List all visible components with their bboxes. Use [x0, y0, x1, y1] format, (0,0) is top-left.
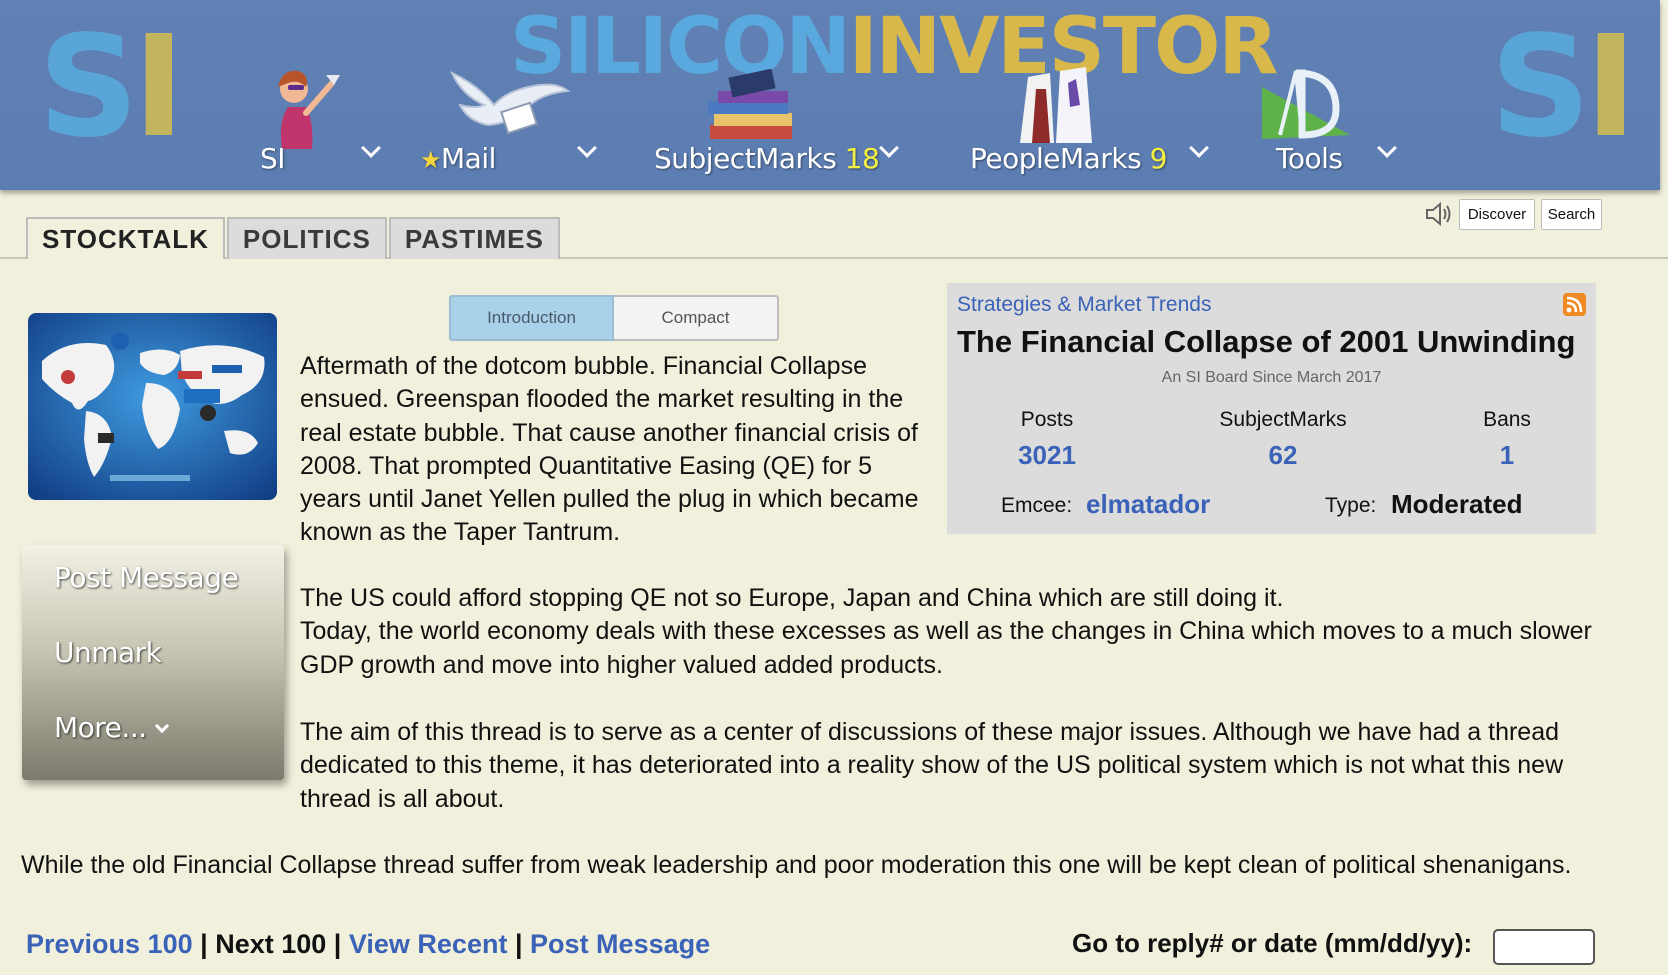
bans-label: Bans [1483, 408, 1531, 431]
speaker-icon[interactable] [1424, 201, 1452, 227]
goto-reply-label: Go to reply# or date (mm/dd/yy): [1072, 928, 1473, 958]
chevron-down-icon[interactable] [361, 138, 381, 158]
emcee-link[interactable]: elmatador [1086, 489, 1210, 520]
emcee-label: Emcee: [1001, 494, 1073, 517]
compact-view-button[interactable]: Compact [614, 295, 779, 341]
intro-paragraph-1: Aftermath of the dotcom bubble. Financia… [300, 352, 919, 547]
subjectmarks-count[interactable]: 62 [1183, 440, 1383, 471]
board-category-link[interactable]: Strategies & Market Trends [957, 293, 1211, 317]
bans-count[interactable]: 1 [1407, 440, 1607, 471]
search-button[interactable]: Search [1541, 199, 1602, 230]
si-logo-i: I [1584, 6, 1637, 169]
subjectmarks-label: SubjectMarks [1219, 408, 1347, 431]
si-logo-right[interactable]: SI [1490, 18, 1637, 158]
next-100-text: Next 100 [215, 929, 327, 959]
si-avatar-icon [278, 70, 340, 149]
nav-si-label: SI [260, 142, 286, 175]
introduction-view-button[interactable]: Introduction [449, 295, 614, 341]
intro-paragraph-2-line-2: Today, the world economy deals with thes… [300, 617, 1592, 679]
star-icon: ★ [420, 146, 442, 174]
rss-icon[interactable] [1563, 293, 1586, 316]
intro-paragraph-3: The aim of this thread is to serve as a … [300, 718, 1564, 813]
intro-paragraph-2: The US could afford stopping QE not so E… [300, 582, 1630, 682]
chevron-down-icon [154, 718, 169, 734]
goto-reply-input[interactable] [1493, 929, 1595, 965]
nav-mail[interactable]: ★Mail [420, 55, 600, 185]
previous-100-link[interactable]: Previous 100 [26, 929, 193, 959]
subjectmarks-count-badge: 18 [844, 142, 880, 175]
tab-stocktalk[interactable]: STOCKTALK [26, 217, 225, 259]
view-recent-link[interactable]: View Recent [349, 929, 508, 959]
board-image [28, 313, 277, 500]
chevron-down-icon[interactable] [1189, 138, 1209, 158]
unmark-menu-item[interactable]: Unmark [54, 636, 162, 669]
nav-subjectmarks-label-wrap: SubjectMarks 18 [654, 142, 880, 175]
chevron-down-icon[interactable] [879, 138, 899, 158]
section-tabs: STOCKTALK POLITICS PASTIMES [26, 217, 562, 259]
nav-si[interactable]: SI [252, 55, 382, 185]
nav-separator: | [514, 929, 523, 959]
nav-subjectmarks[interactable]: SubjectMarks 18 [654, 55, 904, 185]
nav-mail-label: Mail [441, 142, 496, 175]
chevron-down-icon[interactable] [577, 138, 597, 158]
si-logo-s: S [1490, 6, 1591, 169]
view-mode-toggle: Introduction Compact [449, 295, 779, 341]
si-logo-s: S [38, 6, 139, 169]
tab-pastimes[interactable]: PASTIMES [388, 217, 560, 259]
world-map-logos-image [28, 313, 277, 500]
chevron-down-icon[interactable] [1377, 138, 1397, 158]
si-logo-i: I [132, 6, 185, 169]
board-type-value: Moderated [1391, 489, 1523, 519]
post-message-menu-item[interactable]: Post Message [54, 561, 239, 594]
nav-separator: | [200, 929, 208, 959]
post-message-link[interactable]: Post Message [530, 929, 710, 959]
tools-icon [1262, 69, 1350, 139]
message-pagination-nav: Previous 100 | Next 100 | View Recent | … [26, 929, 710, 960]
board-title: The Financial Collapse of 2001 Unwinding [957, 324, 1576, 359]
nav-tools[interactable]: Tools [1262, 55, 1400, 185]
si-logo-left[interactable]: SI [38, 18, 185, 158]
nav-separator: | [333, 929, 342, 959]
discover-button[interactable]: Discover [1459, 199, 1535, 230]
site-header-banner: SI SI SILICONINVESTOR SI ★Mail SubjectMa… [0, 0, 1660, 190]
mail-dove-icon [449, 70, 571, 135]
board-since-text: An SI Board Since March 2017 [1161, 369, 1382, 386]
more-menu-item[interactable]: More... [54, 711, 169, 744]
books-icon [708, 69, 792, 139]
posts-count[interactable]: 3021 [947, 440, 1147, 471]
nav-peoplemarks-label: PeopleMarks [970, 142, 1142, 175]
more-menu-label: More... [54, 711, 147, 744]
intro-paragraph-2-line-1: The US could afford stopping QE not so E… [300, 584, 1284, 612]
nav-peoplemarks-label-wrap: PeopleMarks 9 [970, 142, 1167, 175]
nav-subjectmarks-label: SubjectMarks [654, 142, 837, 175]
board-action-menu: Post Message Unmark More... [22, 545, 284, 780]
posts-label: Posts [1020, 408, 1074, 431]
nav-tools-label: Tools [1276, 142, 1343, 175]
tab-politics[interactable]: POLITICS [226, 217, 387, 259]
people-icon [1020, 67, 1092, 143]
peoplemarks-count-badge: 9 [1149, 142, 1168, 175]
nav-peoplemarks[interactable]: PeopleMarks 9 [970, 55, 1210, 185]
intro-paragraph-4: While the old Financial Collapse thread … [21, 851, 1572, 879]
board-info-box: Strategies & Market Trends The Financial… [947, 283, 1596, 534]
board-type-label: Type: [1325, 494, 1377, 517]
nav-mail-label-wrap: ★Mail [420, 142, 496, 175]
